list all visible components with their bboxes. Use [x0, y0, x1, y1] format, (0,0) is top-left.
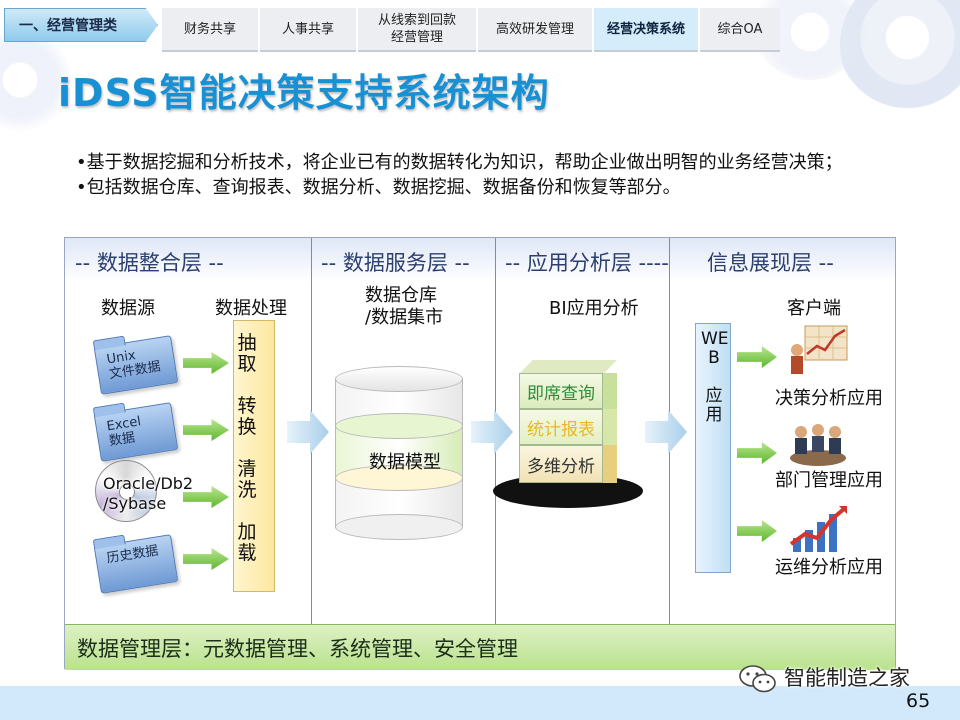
- nav-current-section[interactable]: 一、经营管理类: [4, 8, 158, 42]
- green-arrow-icon: [737, 346, 777, 368]
- bi-box-side: [603, 445, 617, 483]
- source-watermark: 智能制造之家: [784, 666, 910, 690]
- green-arrow-icon: [183, 548, 229, 570]
- page-number: 65: [906, 690, 931, 712]
- data-model-label: 数据模型: [369, 452, 441, 473]
- department-meeting-icon: [790, 424, 846, 466]
- green-arrow-icon: [737, 520, 777, 542]
- tab-lead-to-cash[interactable]: 从线索到回款 经营管理: [358, 8, 476, 52]
- tab-decision-system[interactable]: 经营决策系统: [594, 8, 698, 52]
- client-label: 客户端: [787, 298, 841, 319]
- bullet-item: •包括数据仓库、查询报表、数据分析、数据挖掘、数据备份和恢复等部分。: [76, 177, 681, 198]
- growth-chart-icon: [789, 506, 847, 552]
- web-application-label: WE B 应 用: [701, 329, 729, 425]
- green-arrow-icon: [183, 352, 229, 374]
- wechat-icon: [739, 665, 776, 693]
- tab-rd-management[interactable]: 高效研发管理: [478, 8, 592, 52]
- layer-service-title: -- 数据服务层 --: [321, 251, 470, 275]
- bi-adhoc-query: 即席查询: [519, 373, 603, 409]
- operations-analysis-app: 运维分析应用: [775, 557, 883, 578]
- excel-folder-icon: Excel 数据: [93, 402, 179, 462]
- bi-box-side: [603, 409, 617, 445]
- bi-analysis-label: BI应用分析: [549, 298, 639, 319]
- layer-analysis-title: -- 应用分析层 ----: [505, 251, 669, 275]
- decision-analysis-app: 决策分析应用: [775, 388, 883, 409]
- etl-steps: 抽 取 转 换 清 洗 加 载: [237, 332, 257, 564]
- page-title: iDSS智能决策支持系统架构: [58, 71, 550, 115]
- bi-stack-top: [519, 360, 617, 374]
- green-arrow-icon: [183, 419, 229, 441]
- unix-file-folder-icon: Unix 文件数据: [93, 335, 179, 395]
- data-warehouse-label: 数据仓库 /数据集市: [365, 285, 444, 328]
- tab-hr-sharing[interactable]: 人事共享: [260, 8, 356, 52]
- tab-oa[interactable]: 综合OA: [700, 8, 780, 52]
- architecture-diagram: -- 数据整合层 -- -- 数据服务层 -- -- 应用分析层 ---- 信息…: [64, 237, 896, 670]
- data-processing-label: 数据处理: [215, 298, 287, 319]
- department-management-app: 部门管理应用: [775, 470, 883, 491]
- data-source-label: 数据源: [101, 298, 155, 319]
- flow-arrow-icon: [645, 410, 687, 454]
- decision-chart-icon: [791, 325, 848, 374]
- layer-presentation-title: 信息展现层 --: [707, 251, 834, 275]
- bi-multidim-analysis: 多维分析: [519, 445, 603, 483]
- oracle-source-label: Oracle/Db2 /Sybase: [103, 474, 194, 513]
- green-arrow-icon: [737, 442, 777, 464]
- history-data-folder-icon: 历史数据: [93, 534, 179, 594]
- flow-arrow-icon: [287, 410, 329, 454]
- bullet-item: •基于数据挖掘和分析技术，将企业已有的数据转化为知识，帮助企业做出明智的业务经营…: [76, 152, 843, 173]
- bi-box-side: [603, 373, 617, 409]
- bi-statistical-report: 统计报表: [519, 409, 603, 445]
- nav-tabs: 财务共享 人事共享 从线索到回款 经营管理 高效研发管理 经营决策系统 综合OA: [162, 8, 780, 52]
- bullet-list: •基于数据挖掘和分析技术，将企业已有的数据转化为知识，帮助企业做出明智的业务经营…: [76, 150, 906, 200]
- tab-finance-sharing[interactable]: 财务共享: [162, 8, 258, 52]
- flow-arrow-icon: [471, 410, 513, 454]
- layer-integration-title: -- 数据整合层 --: [75, 251, 224, 275]
